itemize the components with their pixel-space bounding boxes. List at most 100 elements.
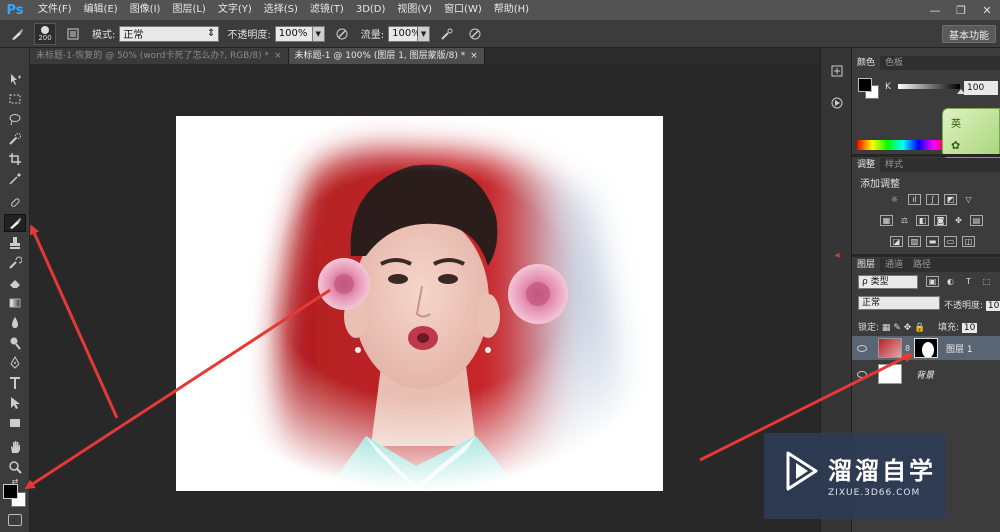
brush-tool-icon[interactable] (4, 214, 26, 232)
blend-mode-select[interactable]: 正常 (858, 296, 940, 310)
brush-tool-preset-icon[interactable] (6, 23, 28, 45)
fill-input[interactable]: 10 (961, 323, 978, 333)
dodge-tool-icon[interactable] (4, 334, 26, 352)
layer-opacity-input[interactable]: 10 (985, 301, 1000, 311)
eye-icon[interactable] (857, 344, 867, 352)
canvas-area[interactable] (30, 64, 820, 532)
tab-swatches[interactable]: 色板 (880, 56, 908, 70)
color-panel-foreground-swatch[interactable] (858, 78, 872, 92)
tab-adjustments[interactable]: 调整 (852, 158, 881, 172)
lock-all-icon[interactable]: 🔒 (914, 323, 925, 333)
panel-expand-arrow-icon[interactable]: ◂ (827, 246, 847, 264)
gear-icon[interactable]: ✿ (951, 139, 960, 152)
lock-transparency-icon[interactable]: ▦ (882, 323, 891, 333)
selective-color-icon[interactable]: ◫ (962, 236, 975, 247)
rectangle-tool-icon[interactable] (4, 414, 26, 432)
pressure-size-icon[interactable] (464, 23, 486, 45)
eraser-tool-icon[interactable] (4, 274, 26, 292)
document-canvas[interactable] (176, 116, 663, 491)
type-tool-icon[interactable] (4, 374, 26, 392)
opacity-dropdown-button[interactable]: ▼ (312, 25, 325, 42)
actions-panel-icon[interactable] (827, 94, 847, 112)
invert-icon[interactable]: ◪ (890, 236, 903, 247)
menu-type[interactable]: 文字(Y) (212, 0, 258, 20)
close-button[interactable]: ✕ (974, 0, 1000, 20)
eye-icon[interactable] (857, 370, 867, 378)
filter-pixel-icon[interactable]: ▣ (926, 276, 939, 287)
menu-filter[interactable]: 滤镜(T) (304, 0, 350, 20)
healing-brush-tool-icon[interactable] (4, 194, 26, 212)
layer-mask-thumbnail[interactable] (914, 338, 938, 358)
close-icon[interactable]: × (470, 48, 478, 64)
brush-panel-toggle-icon[interactable] (62, 23, 84, 45)
menu-view[interactable]: 视图(V) (391, 0, 438, 20)
blur-tool-icon[interactable] (4, 314, 26, 332)
brush-size-picker[interactable]: 200 (34, 22, 56, 45)
menu-help[interactable]: 帮助(H) (488, 0, 535, 20)
quick-select-tool-icon[interactable] (4, 130, 26, 148)
history-brush-tool-icon[interactable] (4, 254, 26, 272)
k-channel-slider[interactable] (898, 84, 960, 89)
crop-tool-icon[interactable] (4, 150, 26, 168)
channel-mixer-icon[interactable]: ✤ (952, 215, 965, 226)
flow-dropdown-button[interactable]: ▼ (418, 25, 431, 42)
quick-mask-icon[interactable] (8, 514, 22, 526)
brightness-icon[interactable]: ☼ (888, 194, 901, 205)
pressure-opacity-icon[interactable] (331, 23, 353, 45)
filter-type-icon[interactable]: T (962, 276, 975, 287)
history-panel-icon[interactable] (827, 62, 847, 80)
tab-color[interactable]: 颜色 (852, 56, 881, 70)
airbrush-icon[interactable] (436, 23, 458, 45)
link-icon[interactable]: 8 (905, 344, 910, 353)
menu-window[interactable]: 窗口(W) (438, 0, 488, 20)
gradient-tool-icon[interactable] (4, 294, 26, 312)
exposure-icon[interactable]: ◩ (944, 194, 957, 205)
mode-select[interactable]: 正常 ⇕ (119, 25, 220, 42)
color-spectrum-bar[interactable] (857, 140, 949, 150)
levels-icon[interactable]: ıl (908, 194, 921, 205)
menu-file[interactable]: 文件(F) (32, 0, 78, 20)
menu-layer[interactable]: 图层(L) (166, 0, 211, 20)
k-channel-input[interactable]: 100 (964, 81, 998, 95)
photo-filter-icon[interactable]: ◙ (934, 215, 947, 226)
menu-select[interactable]: 选择(S) (258, 0, 304, 20)
restore-button[interactable]: ❐ (948, 0, 974, 20)
menu-edit[interactable]: 编辑(E) (78, 0, 124, 20)
menu-image[interactable]: 图像(I) (124, 0, 167, 20)
marquee-tool-icon[interactable] (4, 90, 26, 108)
opacity-input[interactable]: 100% (274, 25, 313, 42)
path-selection-tool-icon[interactable] (4, 394, 26, 412)
tab-document-recovered[interactable]: 未标题-1-恢复的 @ 50% (word卡死了怎么办?, RGB/8) * × (30, 48, 289, 64)
lock-position-icon[interactable]: ✥ (904, 323, 912, 333)
lock-pixels-icon[interactable]: ✎ (893, 323, 901, 333)
close-icon[interactable]: × (274, 48, 282, 64)
black-white-icon[interactable]: ◧ (916, 215, 929, 226)
pen-tool-icon[interactable] (4, 354, 26, 372)
vibrance-icon[interactable]: ▽ (962, 194, 975, 205)
curves-icon[interactable]: ∫ (926, 194, 939, 205)
flow-input[interactable]: 100% (388, 25, 421, 42)
threshold-icon[interactable]: ▬ (926, 236, 939, 247)
zoom-tool-icon[interactable] (4, 458, 26, 476)
hand-tool-icon[interactable] (4, 438, 26, 456)
move-tool-icon[interactable] (4, 70, 26, 88)
posterize-icon[interactable]: ▨ (908, 236, 921, 247)
layer-row-background[interactable]: 背景 (852, 362, 1000, 386)
lasso-tool-icon[interactable] (4, 110, 26, 128)
tab-styles[interactable]: 样式 (880, 158, 908, 172)
tab-layers[interactable]: 图层 (852, 258, 881, 272)
hue-saturation-icon[interactable]: ▦ (880, 215, 893, 226)
tab-document-untitled[interactable]: 未标题-1 @ 100% (图层 1, 图层蒙版/8) * × (288, 48, 485, 64)
gradient-map-icon[interactable]: ▭ (944, 236, 957, 247)
ime-floating-widget[interactable]: 英 ✿ (942, 108, 1000, 158)
filter-adjust-icon[interactable]: ◐ (944, 276, 957, 287)
color-balance-icon[interactable]: ⚖ (898, 215, 911, 226)
minimize-button[interactable]: — (922, 0, 948, 20)
menu-3d[interactable]: 3D(D) (350, 0, 392, 20)
foreground-color-swatch[interactable] (3, 484, 18, 499)
layer-filter-select[interactable]: ρ 类型 (858, 275, 918, 289)
tab-paths[interactable]: 路径 (908, 258, 936, 272)
color-lookup-icon[interactable]: ▤ (970, 215, 983, 226)
tab-channels[interactable]: 通道 (880, 258, 908, 272)
workspace-switcher-button[interactable]: 基本功能 (942, 25, 996, 43)
